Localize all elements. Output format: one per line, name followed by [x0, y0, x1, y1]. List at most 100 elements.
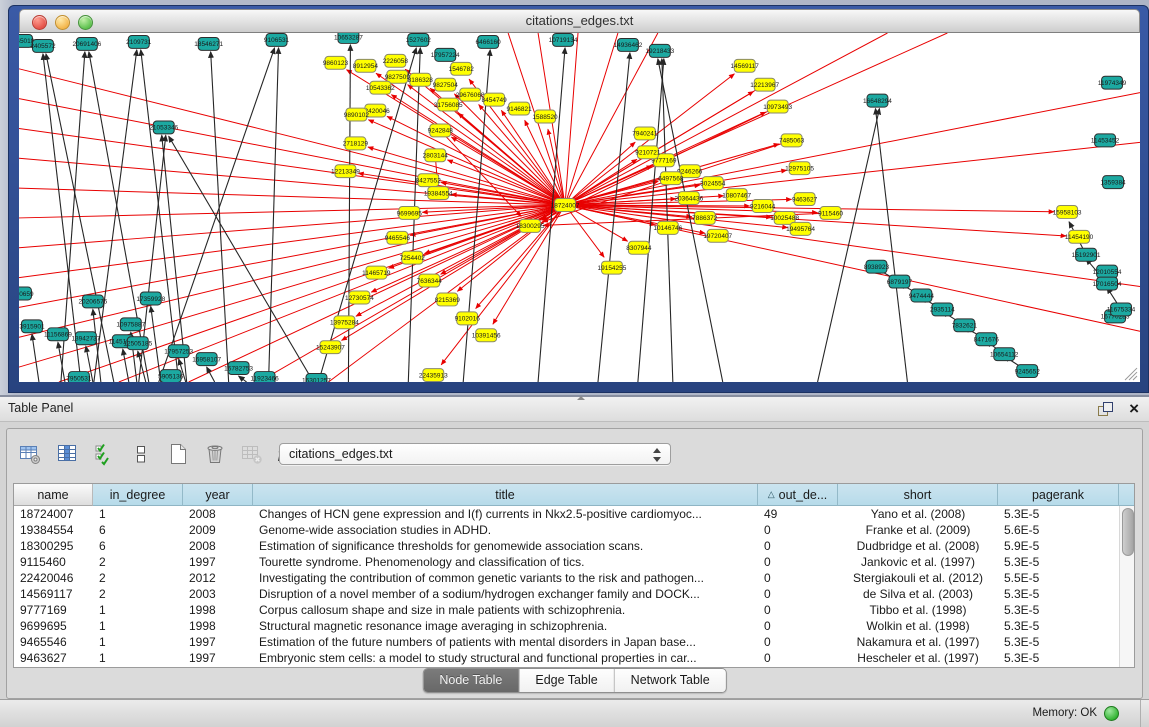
graph-node[interactable]: 19218433 [645, 44, 674, 57]
graph-node[interactable]: 7950531 [66, 372, 92, 382]
graph-node[interactable]: 9860123 [323, 56, 349, 69]
graph-node[interactable]: 19495764 [786, 222, 815, 235]
graph-node[interactable]: 1546782 [449, 62, 475, 75]
graph-node[interactable]: 16301257 [302, 374, 331, 382]
graph-node[interactable]: 8427552 [416, 174, 442, 187]
graph-node[interactable]: 12505185 [123, 337, 152, 350]
table-row[interactable]: 977716911998Corpus callosum shape and si… [14, 602, 1134, 618]
select-rows-icon[interactable] [91, 441, 117, 467]
graph-node[interactable]: 10973493 [763, 100, 792, 113]
graph-node[interactable]: 8215369 [435, 293, 461, 306]
graph-node[interactable]: 8938923 [864, 260, 890, 273]
float-panel-icon[interactable] [1098, 402, 1113, 416]
tab-network-table[interactable]: Network Table [615, 669, 726, 692]
graph-node[interactable]: 12010554 [1093, 265, 1122, 278]
create-column-icon[interactable] [165, 441, 191, 467]
citation-network-graph[interactable]: 1145018240557220691406210973118546271910… [19, 33, 1140, 382]
graph-node[interactable]: 12213967 [750, 78, 779, 91]
graph-node[interactable]: 8471676 [974, 333, 1000, 346]
network-view-canvas[interactable]: 1145018240557220691406210973118546271910… [19, 33, 1140, 382]
graph-node[interactable]: 11454190 [1065, 230, 1094, 243]
graph-node[interactable]: 8307944 [626, 241, 652, 254]
row-height-icon[interactable] [128, 441, 154, 467]
table-row[interactable]: 2242004622012Investigating the contribut… [14, 570, 1134, 586]
graph-node[interactable]: 9465546 [385, 231, 411, 244]
table-row[interactable]: 969969511998Structural magnetic resonanc… [14, 618, 1134, 634]
graph-node[interactable]: 9827504 [433, 78, 459, 91]
graph-node[interactable]: 7832621 [952, 319, 978, 332]
graph-node[interactable]: 9210721 [635, 146, 661, 159]
graph-node[interactable]: 7636344 [417, 274, 443, 287]
column-header-year[interactable]: year [183, 484, 253, 506]
graph-node[interactable]: 22435913 [419, 369, 448, 382]
canvas-resize-grip-icon[interactable] [1125, 368, 1137, 380]
graph-node[interactable]: 16648294 [863, 94, 892, 107]
graph-node[interactable]: 11923466 [250, 372, 279, 382]
graph-node[interactable]: 11974349 [1098, 76, 1127, 89]
table-row[interactable]: 1456911722003Disruption of a novel membe… [14, 586, 1134, 602]
graph-node[interactable]: 2935114 [930, 303, 955, 316]
graph-node[interactable]: 6497568 [658, 172, 684, 185]
graph-node[interactable]: 2226058 [383, 54, 409, 67]
graph-node[interactable]: 6879197 [887, 275, 913, 288]
graph-node[interactable]: 16782753 [224, 362, 253, 375]
graph-node[interactable]: 8912954 [353, 59, 379, 72]
graph-node[interactable]: 13975284 [330, 316, 359, 329]
graph-node[interactable]: 9242848 [428, 124, 454, 137]
graph-node[interactable]: 9115460 [818, 207, 843, 220]
graph-node[interactable]: 17957224 [431, 48, 460, 61]
graph-node[interactable]: 12213349 [331, 165, 360, 178]
table-row[interactable]: 1872400712008Changes of HCN gene express… [14, 506, 1134, 522]
close-panel-icon[interactable]: × [1129, 398, 1139, 420]
graph-node[interactable]: 12975105 [785, 162, 814, 175]
graph-node[interactable]: 8454749 [482, 93, 508, 106]
graph-node[interactable]: 8186328 [408, 73, 434, 86]
panel-splitter-handle[interactable] [575, 395, 587, 403]
graph-node[interactable]: 15243907 [316, 341, 345, 354]
table-selector-dropdown[interactable]: citations_edges.txt [279, 443, 671, 465]
column-header-short[interactable]: short [838, 484, 998, 506]
graph-node[interactable]: 14936462 [613, 38, 642, 51]
graph-node[interactable]: 7940241 [632, 127, 658, 140]
graph-node[interactable]: 19720407 [703, 229, 732, 242]
graph-node[interactable]: 31756085 [434, 98, 463, 111]
graph-node[interactable]: 17957253 [164, 345, 193, 358]
graph-node[interactable]: 20206576 [78, 295, 107, 308]
graph-node[interactable]: 18300295 [516, 219, 545, 232]
graph-node[interactable]: 11675334 [1107, 303, 1136, 316]
table-row[interactable]: 1938455462009Genome-wide association stu… [14, 522, 1134, 538]
graph-node[interactable]: 10654112 [990, 348, 1019, 361]
graph-node[interactable]: 9474444 [909, 289, 935, 302]
graph-node[interactable]: 9106531 [264, 33, 290, 46]
graph-node[interactable]: 19154255 [598, 261, 627, 274]
graph-node[interactable]: 21053346 [149, 121, 178, 134]
graph-node[interactable]: 10807467 [722, 189, 751, 202]
graph-node[interactable]: 6466160 [476, 35, 502, 48]
delete-table-icon[interactable] [239, 441, 265, 467]
graph-node[interactable]: 11465719 [362, 266, 391, 279]
graph-node[interactable]: 11156869 [44, 328, 72, 341]
graph-node[interactable]: 9146821 [506, 102, 532, 115]
graph-node[interactable]: 9216044 [750, 200, 776, 213]
network-window-titlebar[interactable]: citations_edges.txt [19, 9, 1140, 33]
graph-node[interactable]: 1588520 [532, 110, 558, 123]
graph-node[interactable]: 11453452 [1091, 134, 1120, 147]
graph-node[interactable]: 18546271 [194, 37, 223, 50]
graph-node[interactable]: 10391456 [472, 329, 501, 342]
graph-node[interactable]: 17359928 [136, 292, 165, 305]
graph-node[interactable]: 9245652 [1015, 365, 1041, 378]
graph-node[interactable]: 2803144 [423, 149, 449, 162]
graph-node[interactable]: 9890102 [344, 108, 370, 121]
column-header-name[interactable]: name [14, 484, 93, 506]
tab-edge-table[interactable]: Edge Table [519, 669, 614, 692]
scrollbar-thumb[interactable] [1122, 508, 1134, 556]
column-header-pagerank[interactable]: pagerank [998, 484, 1119, 506]
graph-node[interactable]: 2405572 [30, 39, 56, 52]
graph-node[interactable]: 15192901 [1072, 248, 1101, 261]
table-row[interactable]: 946554611997Estimation of the future num… [14, 634, 1134, 650]
graph-node[interactable]: 1359384 [1100, 176, 1126, 189]
graph-node[interactable]: 16958107 [192, 353, 221, 366]
delete-column-icon[interactable] [202, 441, 228, 467]
graph-node[interactable]: 20691406 [72, 37, 101, 50]
graph-node[interactable]: 7485063 [779, 134, 805, 147]
